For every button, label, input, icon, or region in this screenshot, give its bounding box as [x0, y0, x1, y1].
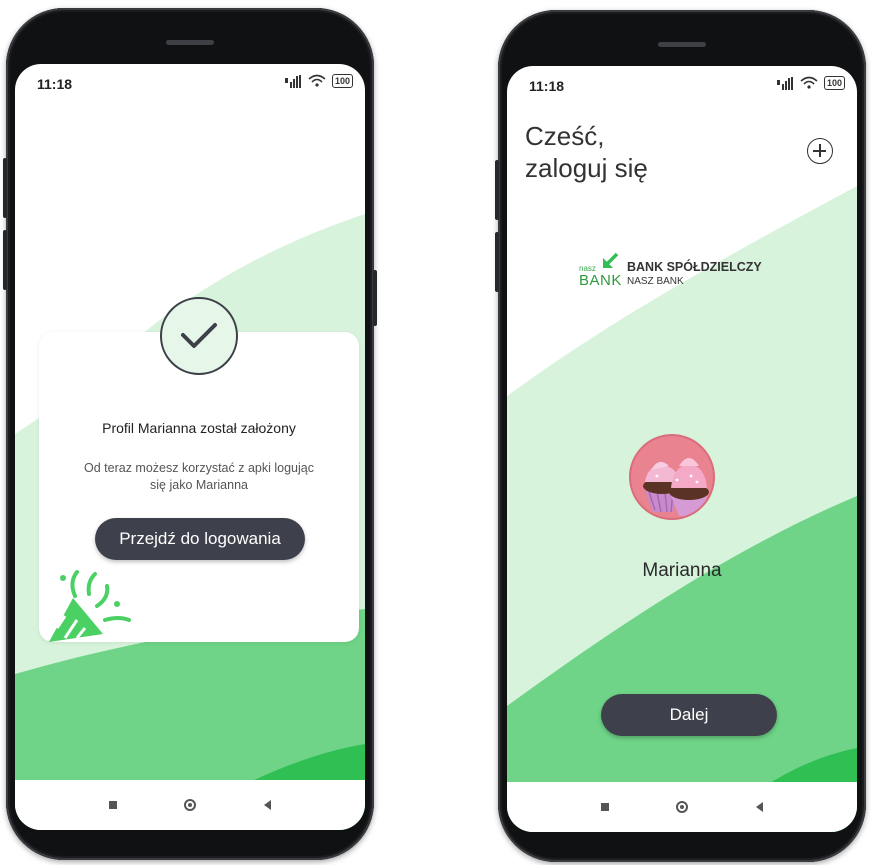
status-bar: 11:18 100 [15, 64, 365, 104]
next-button[interactable]: Dalej [601, 694, 777, 736]
earpiece-speaker [658, 42, 706, 47]
battery-icon: 100 [331, 74, 353, 88]
bank-name-line-2: NASZ BANK [627, 276, 684, 287]
signal-icon [284, 74, 301, 88]
volume-button [495, 160, 499, 220]
success-card: Profil Marianna został założony Od teraz… [39, 332, 359, 642]
signal-icon [776, 76, 793, 90]
android-nav-bar [507, 782, 857, 832]
back-icon[interactable] [264, 800, 272, 810]
android-nav-bar [15, 780, 365, 830]
wifi-icon [308, 74, 326, 87]
party-popper-icon [49, 570, 131, 642]
earpiece-speaker [166, 40, 214, 45]
success-title: Profil Marianna został założony [102, 420, 296, 436]
greeting-line-2: zaloguj się [525, 153, 648, 183]
battery-icon: 100 [823, 76, 845, 90]
bank-name-line-1: BANK SPÓŁDZIELCZY [627, 260, 762, 274]
volume-button [3, 158, 7, 218]
home-icon[interactable] [184, 799, 197, 811]
login-screen: 11:18 100 Cześć, zaloguj się nasz BANK B… [507, 66, 857, 832]
volume-button [3, 230, 7, 290]
power-button [373, 270, 377, 326]
cupcake-avatar[interactable] [629, 434, 715, 520]
battery-level: 100 [334, 76, 350, 86]
logo-word-bank: BANK [579, 272, 622, 289]
profile-name[interactable]: Marianna [507, 560, 857, 582]
plus-circle-icon[interactable] [807, 138, 833, 164]
status-time: 11:18 [529, 78, 565, 94]
greeting-line-1: Cześć, [525, 121, 605, 151]
status-time: 11:18 [37, 76, 73, 92]
success-screen: 11:18 100 Profil Marianna został założon… [15, 64, 365, 830]
recent-apps-icon[interactable] [600, 803, 609, 811]
recent-apps-icon[interactable] [108, 801, 117, 809]
wifi-icon [800, 76, 818, 89]
bank-logo-mark: nasz BANK [579, 252, 623, 292]
phone-frame-left: 11:18 100 Profil Marianna został założon… [3, 8, 377, 860]
bank-logo: nasz BANK BANK SPÓŁDZIELCZY NASZ BANK [579, 252, 762, 292]
back-icon[interactable] [756, 802, 764, 812]
arrow-logo-icon [603, 252, 619, 268]
volume-button [495, 232, 499, 292]
status-bar: 11:18 100 [507, 66, 857, 106]
success-subtitle: Od teraz możesz korzystać z apki logując… [84, 461, 314, 492]
check-circle-icon [160, 297, 238, 375]
greeting-heading: Cześć, zaloguj się [525, 120, 648, 184]
home-icon[interactable] [676, 801, 689, 813]
go-to-login-button[interactable]: Przejdź do logowania [95, 518, 305, 560]
phone-frame-right: 11:18 100 Cześć, zaloguj się nasz BANK B… [495, 10, 866, 862]
battery-level: 100 [826, 78, 842, 88]
